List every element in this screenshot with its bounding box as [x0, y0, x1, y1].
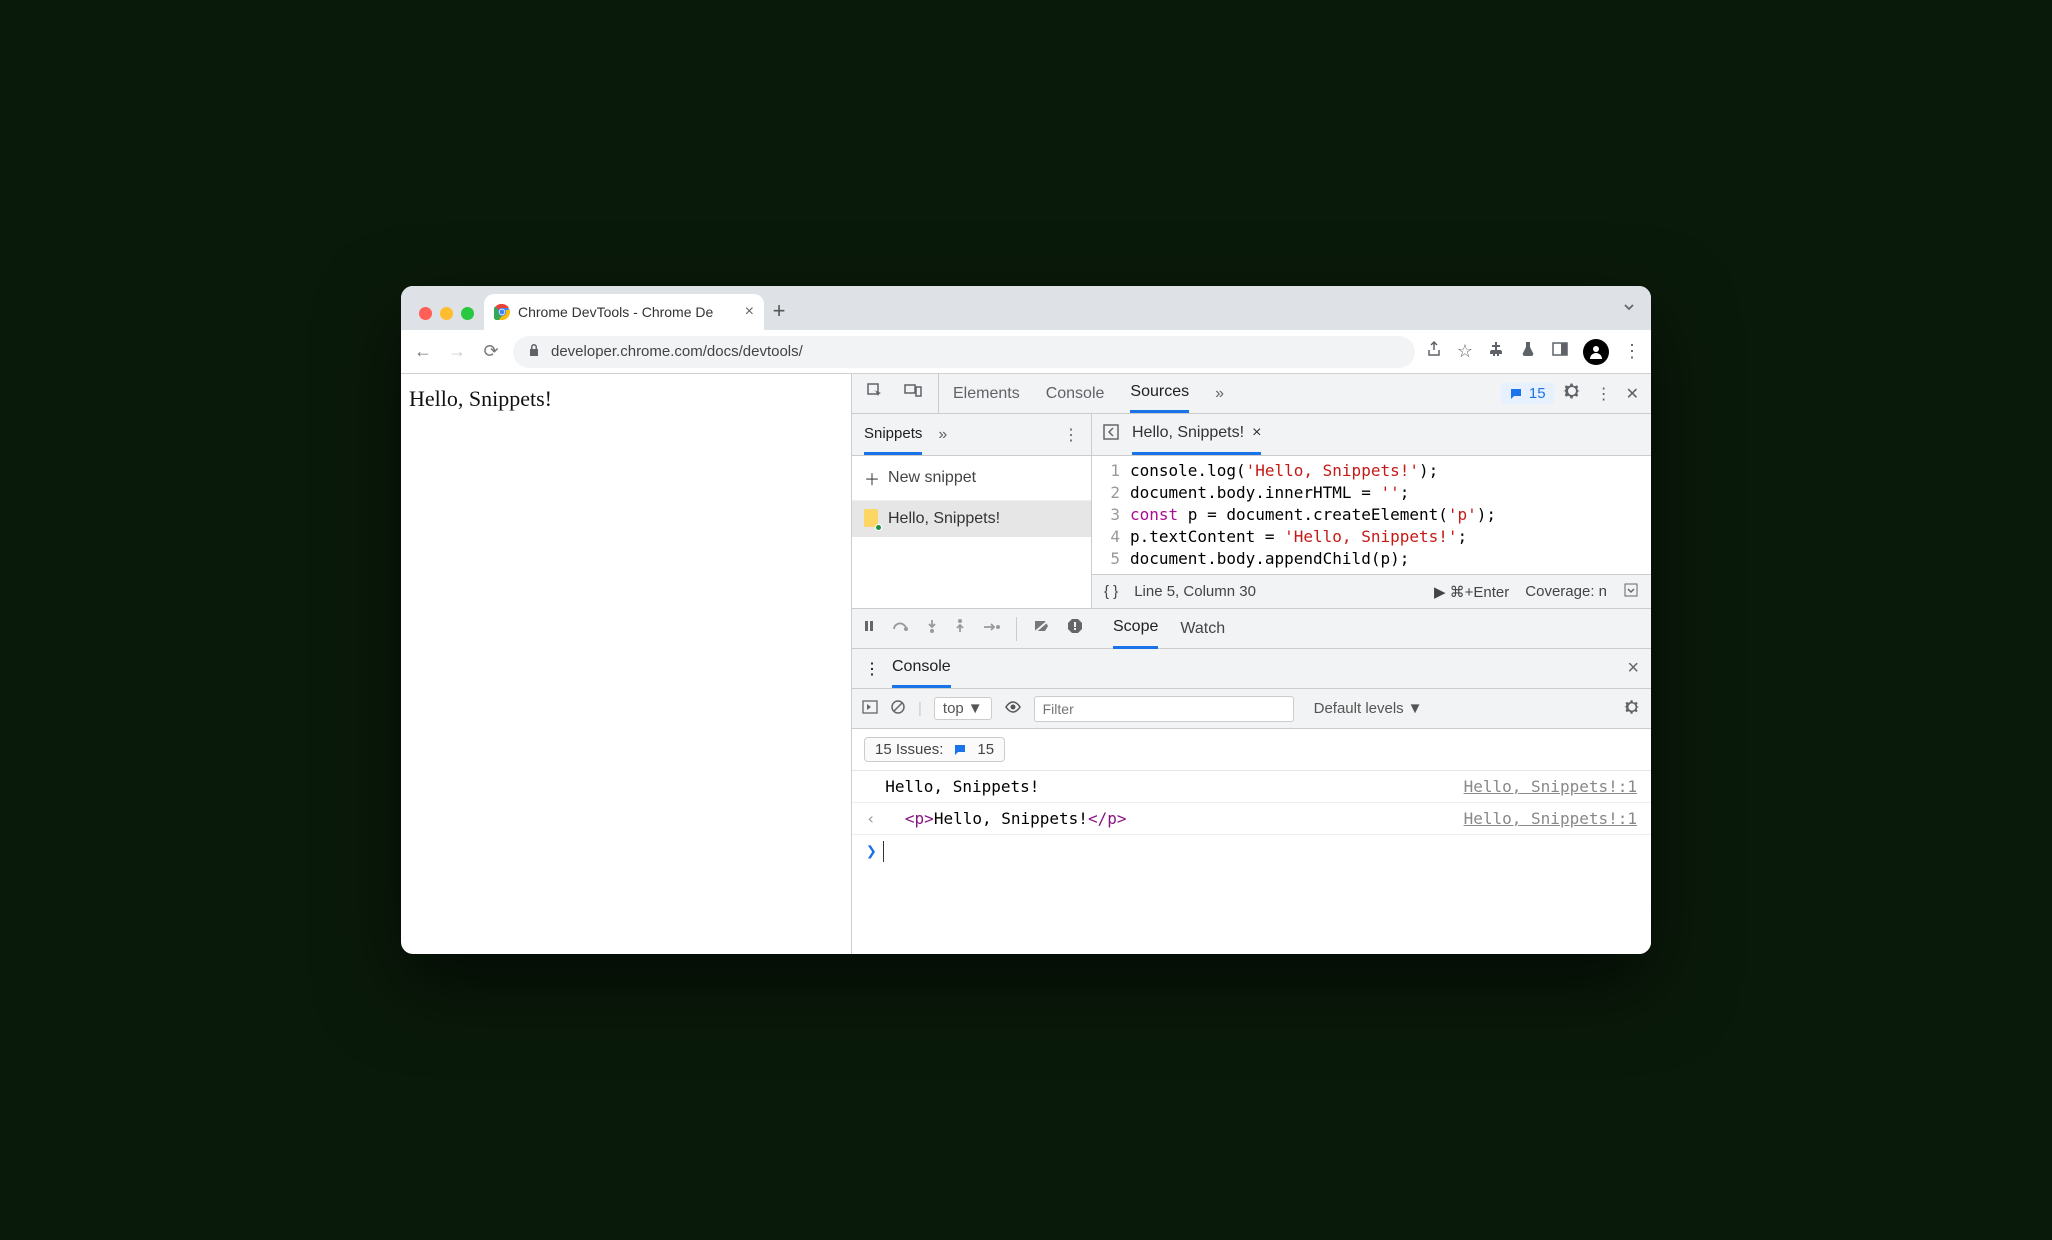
console-prompt[interactable]: ❯	[852, 835, 1651, 868]
console-drawer-header: ⋮ Console ×	[852, 649, 1651, 689]
address-bar[interactable]: developer.chrome.com/docs/devtools/	[513, 336, 1415, 368]
log-levels-selector[interactable]: Default levels ▼	[1306, 698, 1431, 719]
code-editor[interactable]: 12345 console.log('Hello, Snippets!'); d…	[1092, 456, 1651, 574]
chat-icon	[953, 743, 967, 757]
chrome-icon	[494, 304, 510, 320]
close-file-icon[interactable]: ×	[1252, 424, 1261, 442]
plus-icon: ＋	[864, 466, 880, 490]
url-text: developer.chrome.com/docs/devtools/	[551, 343, 803, 360]
close-drawer-icon[interactable]: ×	[1627, 657, 1639, 680]
lock-icon	[527, 343, 541, 361]
editor-nav-icon[interactable]	[1102, 423, 1120, 446]
cursor-position: Line 5, Column 30	[1134, 583, 1256, 600]
tab-list-button[interactable]	[1621, 299, 1637, 320]
new-tab-button[interactable]: +	[764, 298, 794, 330]
editor-statusbar: { } Line 5, Column 30 ▶ ⌘+Enter Coverage…	[1092, 574, 1651, 608]
chat-icon	[1509, 387, 1523, 401]
issues-chip[interactable]: 15 Issues: 15	[864, 737, 1005, 762]
close-tab-icon[interactable]: ×	[745, 303, 754, 321]
tab-title: Chrome DevTools - Chrome De	[518, 304, 713, 320]
rendered-page: Hello, Snippets!	[401, 374, 851, 954]
pause-icon[interactable]	[862, 619, 876, 638]
statusbar-menu[interactable]	[1623, 582, 1639, 602]
tab-strip: Chrome DevTools - Chrome De × +	[401, 286, 1651, 330]
browser-window: Chrome DevTools - Chrome De × + ← → ⟳ de…	[401, 286, 1651, 954]
browser-tab[interactable]: Chrome DevTools - Chrome De ×	[484, 294, 764, 330]
maximize-window[interactable]	[461, 307, 474, 320]
menu-icon[interactable]: ⋮	[1623, 341, 1641, 362]
sources-pane: Snippets » ⋮ ＋ New snippet Hello, Snippe…	[852, 414, 1651, 609]
snippet-file-icon	[864, 509, 880, 529]
snippets-tab[interactable]: Snippets	[864, 414, 922, 455]
live-expression-icon[interactable]	[1004, 700, 1022, 717]
console-log-row: ‹ <p>Hello, Snippets!</p>Hello, Snippets…	[852, 803, 1651, 835]
toolbar-icons: ☆ ⋮	[1425, 339, 1641, 365]
star-icon[interactable]: ☆	[1457, 341, 1473, 362]
pause-exceptions-icon[interactable]	[1067, 618, 1083, 639]
issues-badge[interactable]: 15	[1501, 383, 1554, 404]
scope-tab[interactable]: Scope	[1113, 609, 1158, 649]
tab-console[interactable]: Console	[1046, 374, 1105, 413]
share-icon[interactable]	[1425, 340, 1443, 363]
inspect-icon[interactable]	[866, 382, 886, 405]
context-selector[interactable]: top ▼	[934, 697, 992, 720]
account-icon[interactable]	[1583, 339, 1609, 365]
debugger-toolbar: Scope Watch	[852, 609, 1651, 649]
console-settings-icon[interactable]	[1623, 698, 1641, 720]
step-icon[interactable]	[982, 620, 1000, 638]
devtools-tabbar: Elements Console Sources » 15 ⋮ ✕	[852, 374, 1651, 414]
tab-elements[interactable]: Elements	[953, 374, 1020, 413]
settings-icon[interactable]	[1562, 381, 1582, 406]
navigator-pane: Snippets » ⋮ ＋ New snippet Hello, Snippe…	[852, 414, 1092, 608]
expand-caret-icon[interactable]: ‹	[866, 809, 876, 828]
reload-button[interactable]: ⟳	[479, 341, 503, 362]
tab-sources[interactable]: Sources	[1130, 374, 1189, 413]
minimize-window[interactable]	[440, 307, 453, 320]
watch-tab[interactable]: Watch	[1180, 609, 1225, 649]
code-source: console.log('Hello, Snippets!'); documen…	[1130, 460, 1496, 570]
snippet-item[interactable]: Hello, Snippets!	[852, 501, 1091, 537]
content-area: Hello, Snippets! Elements Console Source…	[401, 374, 1651, 954]
console-log-row: Hello, Snippets!Hello, Snippets!:1	[852, 771, 1651, 803]
step-out-icon[interactable]	[954, 618, 966, 639]
device-toggle-icon[interactable]	[904, 382, 924, 405]
page-body-text: Hello, Snippets!	[409, 386, 552, 411]
devtools-panel: Elements Console Sources » 15 ⋮ ✕	[851, 374, 1651, 954]
address-toolbar: ← → ⟳ developer.chrome.com/docs/devtools…	[401, 330, 1651, 374]
editor-file-tab[interactable]: Hello, Snippets! ×	[1132, 414, 1261, 455]
source-link[interactable]: Hello, Snippets!:1	[1464, 809, 1637, 828]
tab-overflow[interactable]: »	[1215, 374, 1224, 413]
console-sidebar-icon[interactable]	[862, 699, 878, 719]
labs-icon[interactable]	[1519, 340, 1537, 363]
kebab-icon[interactable]: ⋮	[1596, 384, 1612, 404]
pretty-print-icon[interactable]: { }	[1104, 583, 1118, 600]
navigator-overflow[interactable]: »	[938, 426, 947, 444]
console-drawer-tab[interactable]: Console	[892, 649, 951, 688]
close-devtools-icon[interactable]: ✕	[1626, 384, 1639, 404]
editor-pane: Hello, Snippets! × 12345 console.log('He…	[1092, 414, 1651, 608]
line-gutter: 12345	[1092, 460, 1130, 570]
console-toolbar: | top ▼ Default levels ▼	[852, 689, 1651, 729]
coverage-label: Coverage: n	[1525, 583, 1607, 600]
sidepanel-icon[interactable]	[1551, 340, 1569, 363]
close-window[interactable]	[419, 307, 432, 320]
navigator-menu[interactable]: ⋮	[1063, 425, 1079, 445]
forward-button[interactable]: →	[445, 341, 469, 362]
run-snippet-button[interactable]: ▶ ⌘+Enter	[1434, 583, 1509, 601]
issues-row: 15 Issues: 15	[852, 729, 1651, 771]
deactivate-breakpoints-icon[interactable]	[1033, 618, 1051, 639]
source-link[interactable]: Hello, Snippets!:1	[1464, 777, 1637, 796]
clear-console-icon[interactable]	[890, 699, 906, 719]
window-controls	[411, 307, 484, 330]
drawer-menu-icon[interactable]: ⋮	[864, 659, 880, 679]
back-button[interactable]: ←	[411, 341, 435, 362]
step-over-icon[interactable]	[892, 619, 910, 638]
console-filter-input[interactable]	[1034, 696, 1294, 722]
step-into-icon[interactable]	[926, 618, 938, 639]
new-snippet-button[interactable]: ＋ New snippet	[852, 456, 1091, 501]
console-log-list: Hello, Snippets!Hello, Snippets!:1‹ <p>H…	[852, 771, 1651, 835]
extensions-icon[interactable]	[1487, 340, 1505, 363]
